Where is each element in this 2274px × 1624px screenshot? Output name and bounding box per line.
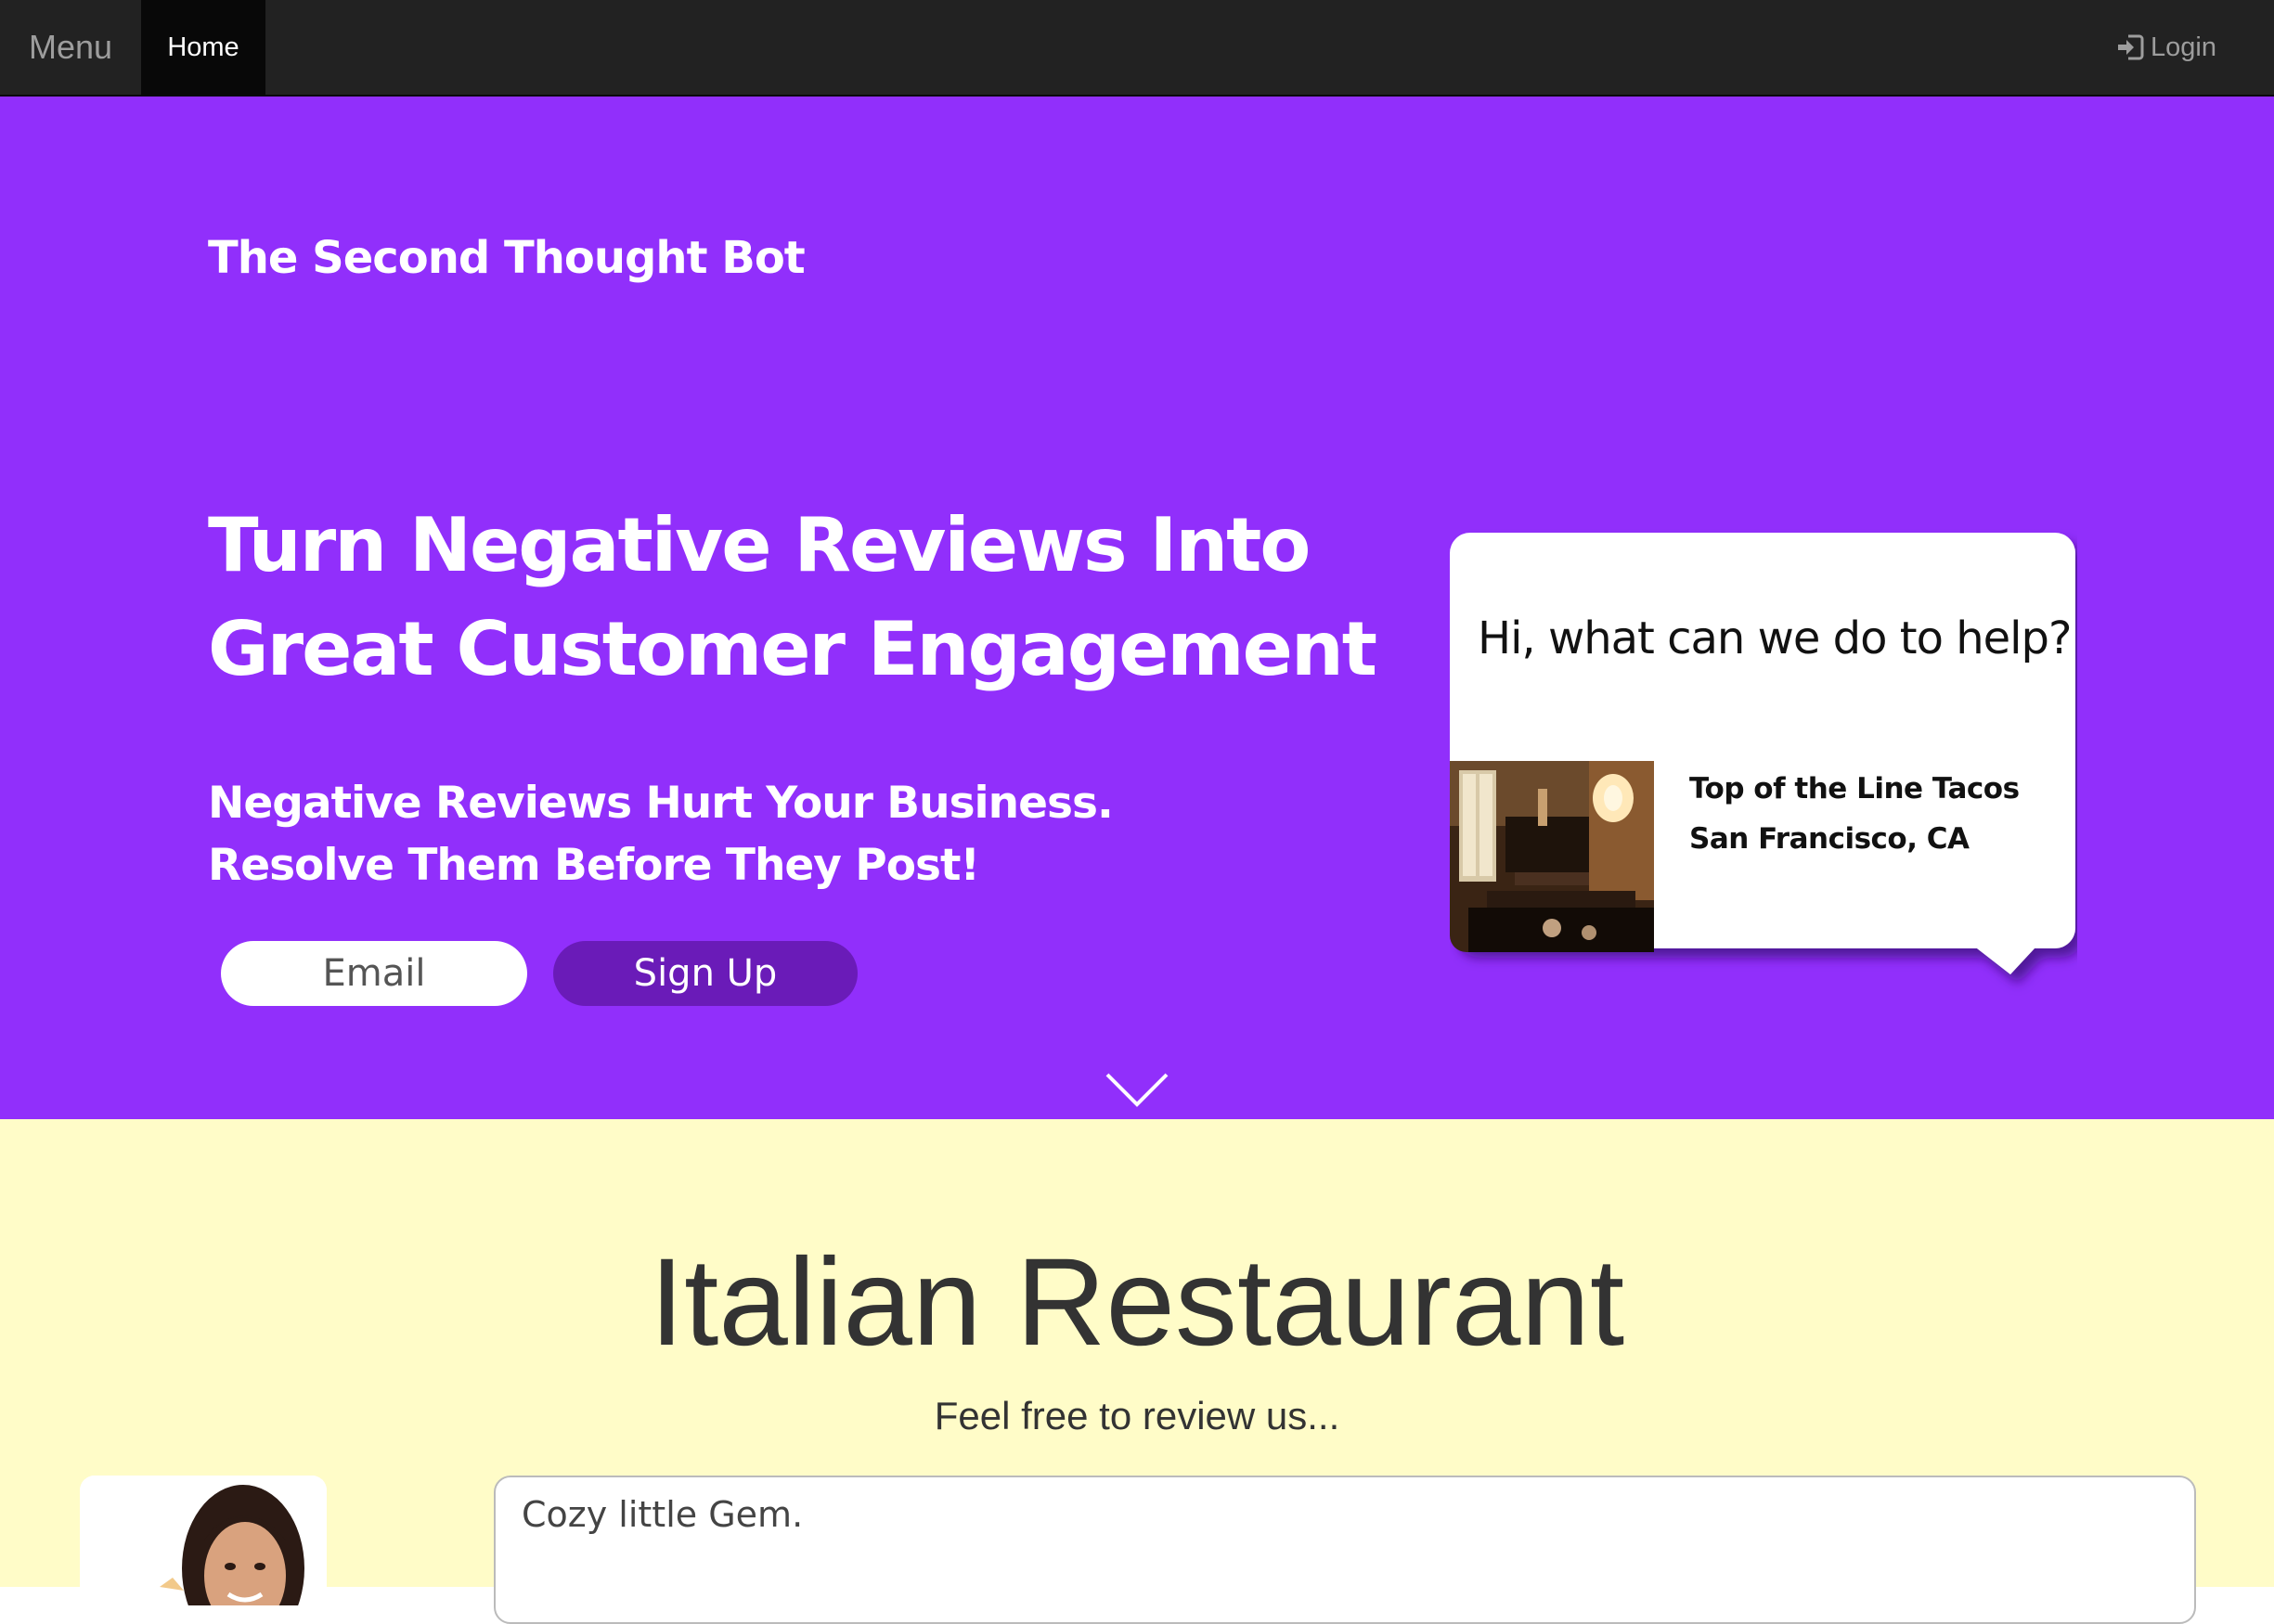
hero-headline: Turn Negative Reviews Into Great Custome… [208, 494, 1377, 702]
subhead-line-1: Negative Reviews Hurt Your Business. [208, 778, 1114, 829]
avatar [80, 1476, 327, 1605]
navbar: Menu Home Login [0, 0, 2274, 97]
login-link[interactable]: Login [2115, 0, 2216, 95]
chevron-down-icon[interactable] [1104, 1071, 1170, 1110]
nav-item-home[interactable]: Home [141, 0, 265, 95]
chat-bubble-preview: Hi, what can we do to help? Top of the L… [1450, 529, 2077, 1045]
headline-line-1: Turn Negative Reviews Into [208, 502, 1311, 588]
restaurant-photo [1450, 761, 1654, 952]
review-section: Italian Restaurant Feel free to review u… [0, 1119, 2274, 1624]
login-label: Login [2151, 32, 2216, 62]
business-location: San Francisco, CA [1689, 822, 1970, 856]
review-textarea[interactable]: Cozy little Gem. [494, 1476, 2196, 1624]
hero-section: The Second Thought Bot Turn Negative Rev… [0, 97, 2274, 1119]
restaurant-title: Italian Restaurant [649, 1233, 1625, 1372]
email-input[interactable] [221, 941, 527, 1006]
business-name: Top of the Line Tacos [1689, 772, 2020, 806]
subhead-line-2: Resolve Them Before They Post! [208, 840, 980, 891]
site-brand-title: The Second Thought Bot [208, 232, 806, 284]
sign-up-button[interactable]: Sign Up [553, 941, 858, 1006]
sign-in-icon [2118, 34, 2144, 60]
bubble-question: Hi, what can we do to help? [1478, 612, 2072, 664]
hero-subheadline: Negative Reviews Hurt Your Business. Res… [208, 772, 1114, 896]
review-prompt: Feel free to review us... [934, 1394, 1340, 1437]
menu-brand-link[interactable]: Menu [0, 0, 141, 95]
headline-line-2: Great Customer Engagement [208, 606, 1377, 692]
